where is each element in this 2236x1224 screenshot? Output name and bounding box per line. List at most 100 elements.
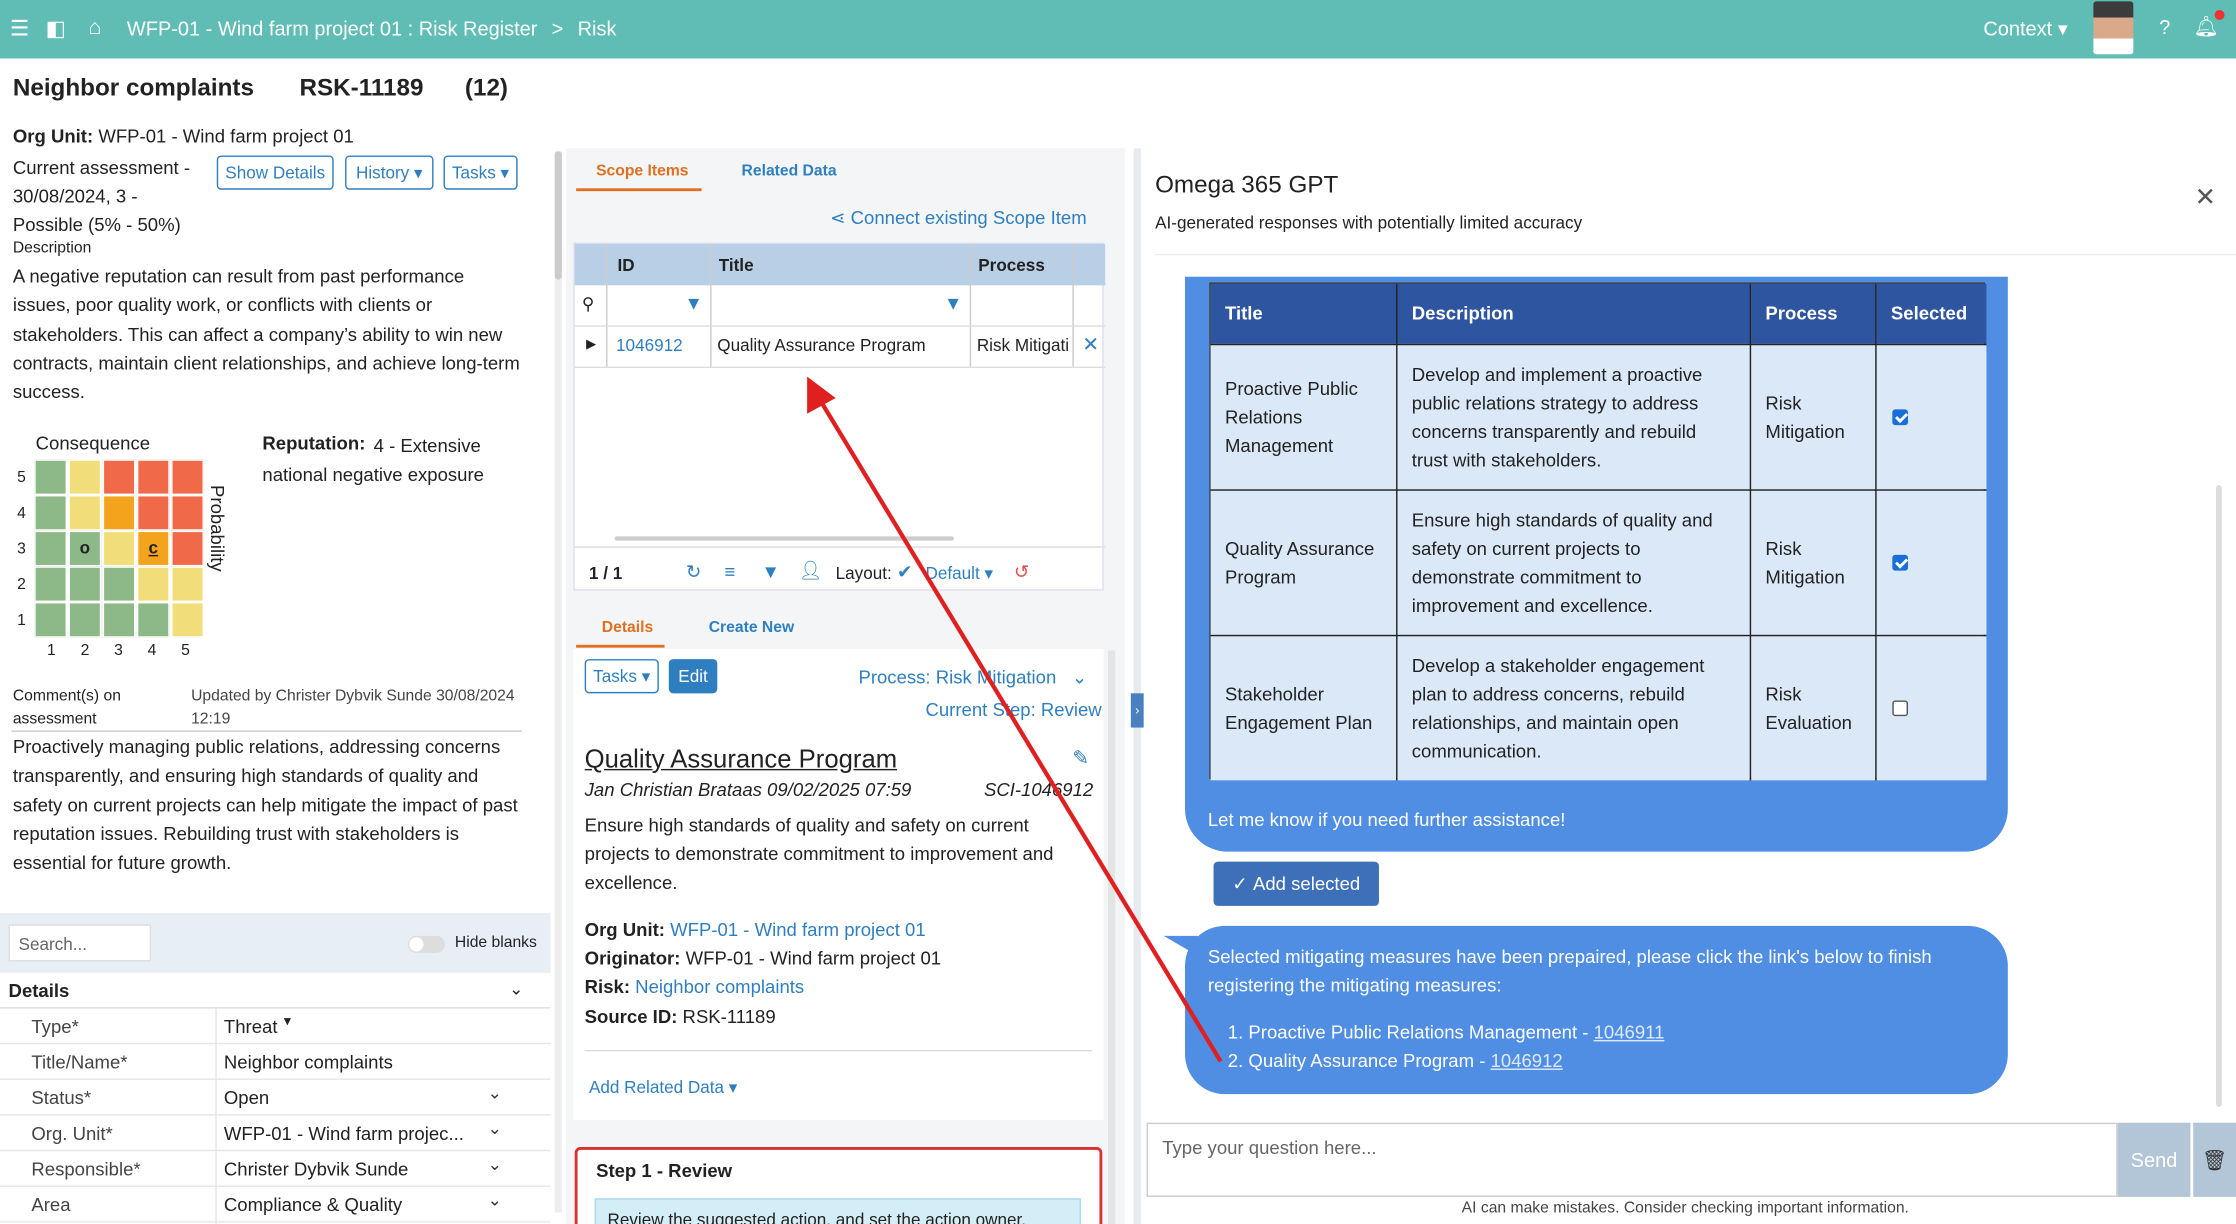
field-value[interactable]: Open [224,1087,269,1108]
divider [606,243,608,367]
tab-scope-items[interactable]: Scope Items [596,163,688,180]
col-id[interactable]: ID [617,255,634,275]
add-selected-button[interactable]: ✓ Add selected [1213,861,1379,906]
connect-scope-item-link[interactable]: ⋖ Connect existing Scope Item [830,207,1087,230]
th-description: Description [1397,283,1752,344]
chat-scrollbar[interactable] [2216,485,2222,1108]
check-icon: ✓ [1232,872,1248,894]
reputation-value: 4 - Extensive national negative exposure [262,435,484,486]
show-details-button[interactable]: Show Details [216,155,334,190]
trash-icon[interactable]: 🗑︎ [2193,1122,2236,1197]
field-row[interactable]: Title/Name* Neighbor complaints [0,1044,551,1080]
breadcrumb-separator: > [551,17,564,40]
chevron-down-icon[interactable]: ⌄ [488,1118,502,1138]
collapse-handle-icon[interactable]: › [1130,693,1144,728]
item-body: Ensure high standards of quality and saf… [584,814,1054,894]
col-title[interactable]: Title [719,255,754,275]
measure-link-1-id[interactable]: 1046911 [1594,1021,1665,1042]
field-row[interactable]: Responsible* Christer Dybvik Sunde ⌄ [0,1151,551,1187]
divider [1396,283,1398,781]
current-step[interactable]: Current Step: Review [925,699,1101,720]
measure-link-2-id[interactable]: 1046912 [1491,1050,1563,1071]
chevron-down-icon[interactable]: ⌄ [488,1190,502,1210]
field-value[interactable]: Neighbor complaints [224,1051,393,1072]
source-id-label: Source ID: [584,1005,678,1028]
caret-down-icon[interactable]: ▾ [284,1014,291,1030]
hide-blanks-toggle[interactable] [407,935,445,953]
details-tasks-button[interactable]: Tasks ▾ [584,659,659,694]
chevron-down-icon[interactable]: ⌄ [488,1083,502,1103]
tab-related-data[interactable]: Related Data [742,163,837,180]
org-link[interactable]: WFP-01 - Wind farm project 01 [670,919,925,940]
field-row[interactable]: Area Compliance & Quality ⌄ [0,1187,551,1223]
field-label: Org. Unit* [31,1122,113,1145]
matrix-cell [68,459,102,496]
field-row[interactable]: Type* Threat ▾ [0,1009,551,1045]
measure-selected-checkbox[interactable] [1892,554,1909,571]
close-icon[interactable]: ✕ [2195,183,2217,213]
edit-button[interactable]: Edit [668,659,718,694]
layout-select[interactable]: Default ▾ [925,563,993,583]
avatar[interactable] [2093,1,2134,55]
process-dropdown[interactable]: Process: Risk Mitigation ⌄ [858,666,1087,689]
field-label: Status* [31,1087,92,1109]
home-icon[interactable]: ⌂ [88,16,101,40]
history-button[interactable]: History ▾ [345,155,434,190]
reset-icon[interactable]: ↺ [1014,561,1030,584]
risk-link[interactable]: Neighbor complaints [635,976,804,997]
tab-create-new[interactable]: Create New [709,619,794,636]
context-label: Context [1983,17,2053,40]
remove-row-icon[interactable]: ✕ [1082,332,1099,356]
filter-icon[interactable]: ▼ [761,561,779,582]
field-row[interactable]: Org. Unit* WFP-01 - Wind farm projec... ⌄ [0,1116,551,1152]
field-value[interactable]: Compliance & Quality [224,1194,402,1215]
paging: 1 / 1 [588,563,623,584]
measure-selected-checkbox[interactable] [1892,700,1909,717]
expand-row-icon[interactable]: ▶ [586,337,596,353]
add-related-data-button[interactable]: Add Related Data ▾ [589,1077,737,1097]
step-note: Review the suggested action, and set the… [594,1198,1081,1224]
filter-icon[interactable]: ▼ [944,292,962,313]
matrix-cell [34,459,68,496]
col-process[interactable]: Process [978,255,1045,275]
panel-splitter[interactable] [1133,148,1141,1224]
sidebar-toggle-icon[interactable]: ◧ [46,16,66,41]
filter-icon[interactable]: ▼ [684,292,702,313]
divider [574,325,1106,327]
chevron-down-icon[interactable]: ⌄ [488,1154,502,1174]
list-icon[interactable]: ≡ [724,561,735,582]
help-icon[interactable]: ? [2159,16,2170,39]
matrix-cell [171,602,204,638]
user-icon[interactable]: 👤︎ [799,559,823,582]
field-value[interactable]: Threat [224,1016,278,1037]
grid-scrollbar[interactable] [614,536,955,541]
context-menu[interactable]: Context ▾ [1983,17,2067,41]
field-value[interactable]: WFP-01 - Wind farm projec... [224,1123,464,1144]
breadcrumb-register[interactable]: WFP-01 - Wind farm project 01 : Risk Reg… [127,17,537,40]
disclaimer: AI can make mistakes. Consider checking … [1461,1199,1909,1217]
th-title: Title [1210,283,1398,344]
tasks-button[interactable]: Tasks ▾ [443,155,518,190]
search-input[interactable]: Search... [8,924,152,962]
matrix-cell: o [68,530,102,567]
field-value[interactable]: Christer Dybvik Sunde [224,1158,408,1179]
send-button[interactable]: Send [2117,1122,2191,1197]
divider [574,546,1106,548]
menu-icon[interactable]: ☰ [10,16,29,41]
org-label: Org Unit: [584,918,665,941]
refresh-icon[interactable]: ↻ [686,561,702,584]
left-scrollbar[interactable] [554,151,562,1213]
chevron-down-icon[interactable]: ⌄ [509,979,523,999]
breadcrumb-risk[interactable]: Risk [578,17,617,40]
row-id-link[interactable]: 1046912 [616,335,683,355]
details-header[interactable]: Details [9,980,70,1001]
middle-scrollbar[interactable] [1108,650,1116,1224]
chat-input[interactable]: Type your question here... [1146,1122,2118,1197]
measure-link-2: 2. Quality Assurance Program - 1046912 [1228,1050,1563,1071]
tab-details[interactable]: Details [602,619,653,636]
search-icon[interactable]: ⚲ [582,294,595,314]
measure-selected-checkbox[interactable] [1892,409,1909,426]
field-row[interactable]: Status* Open ⌄ [0,1080,551,1116]
pencil-icon[interactable]: ✎ [1072,746,1089,770]
top-bar: ☰ ◧ ⌂ WFP-01 - Wind farm project 01 : Ri… [0,0,2236,59]
